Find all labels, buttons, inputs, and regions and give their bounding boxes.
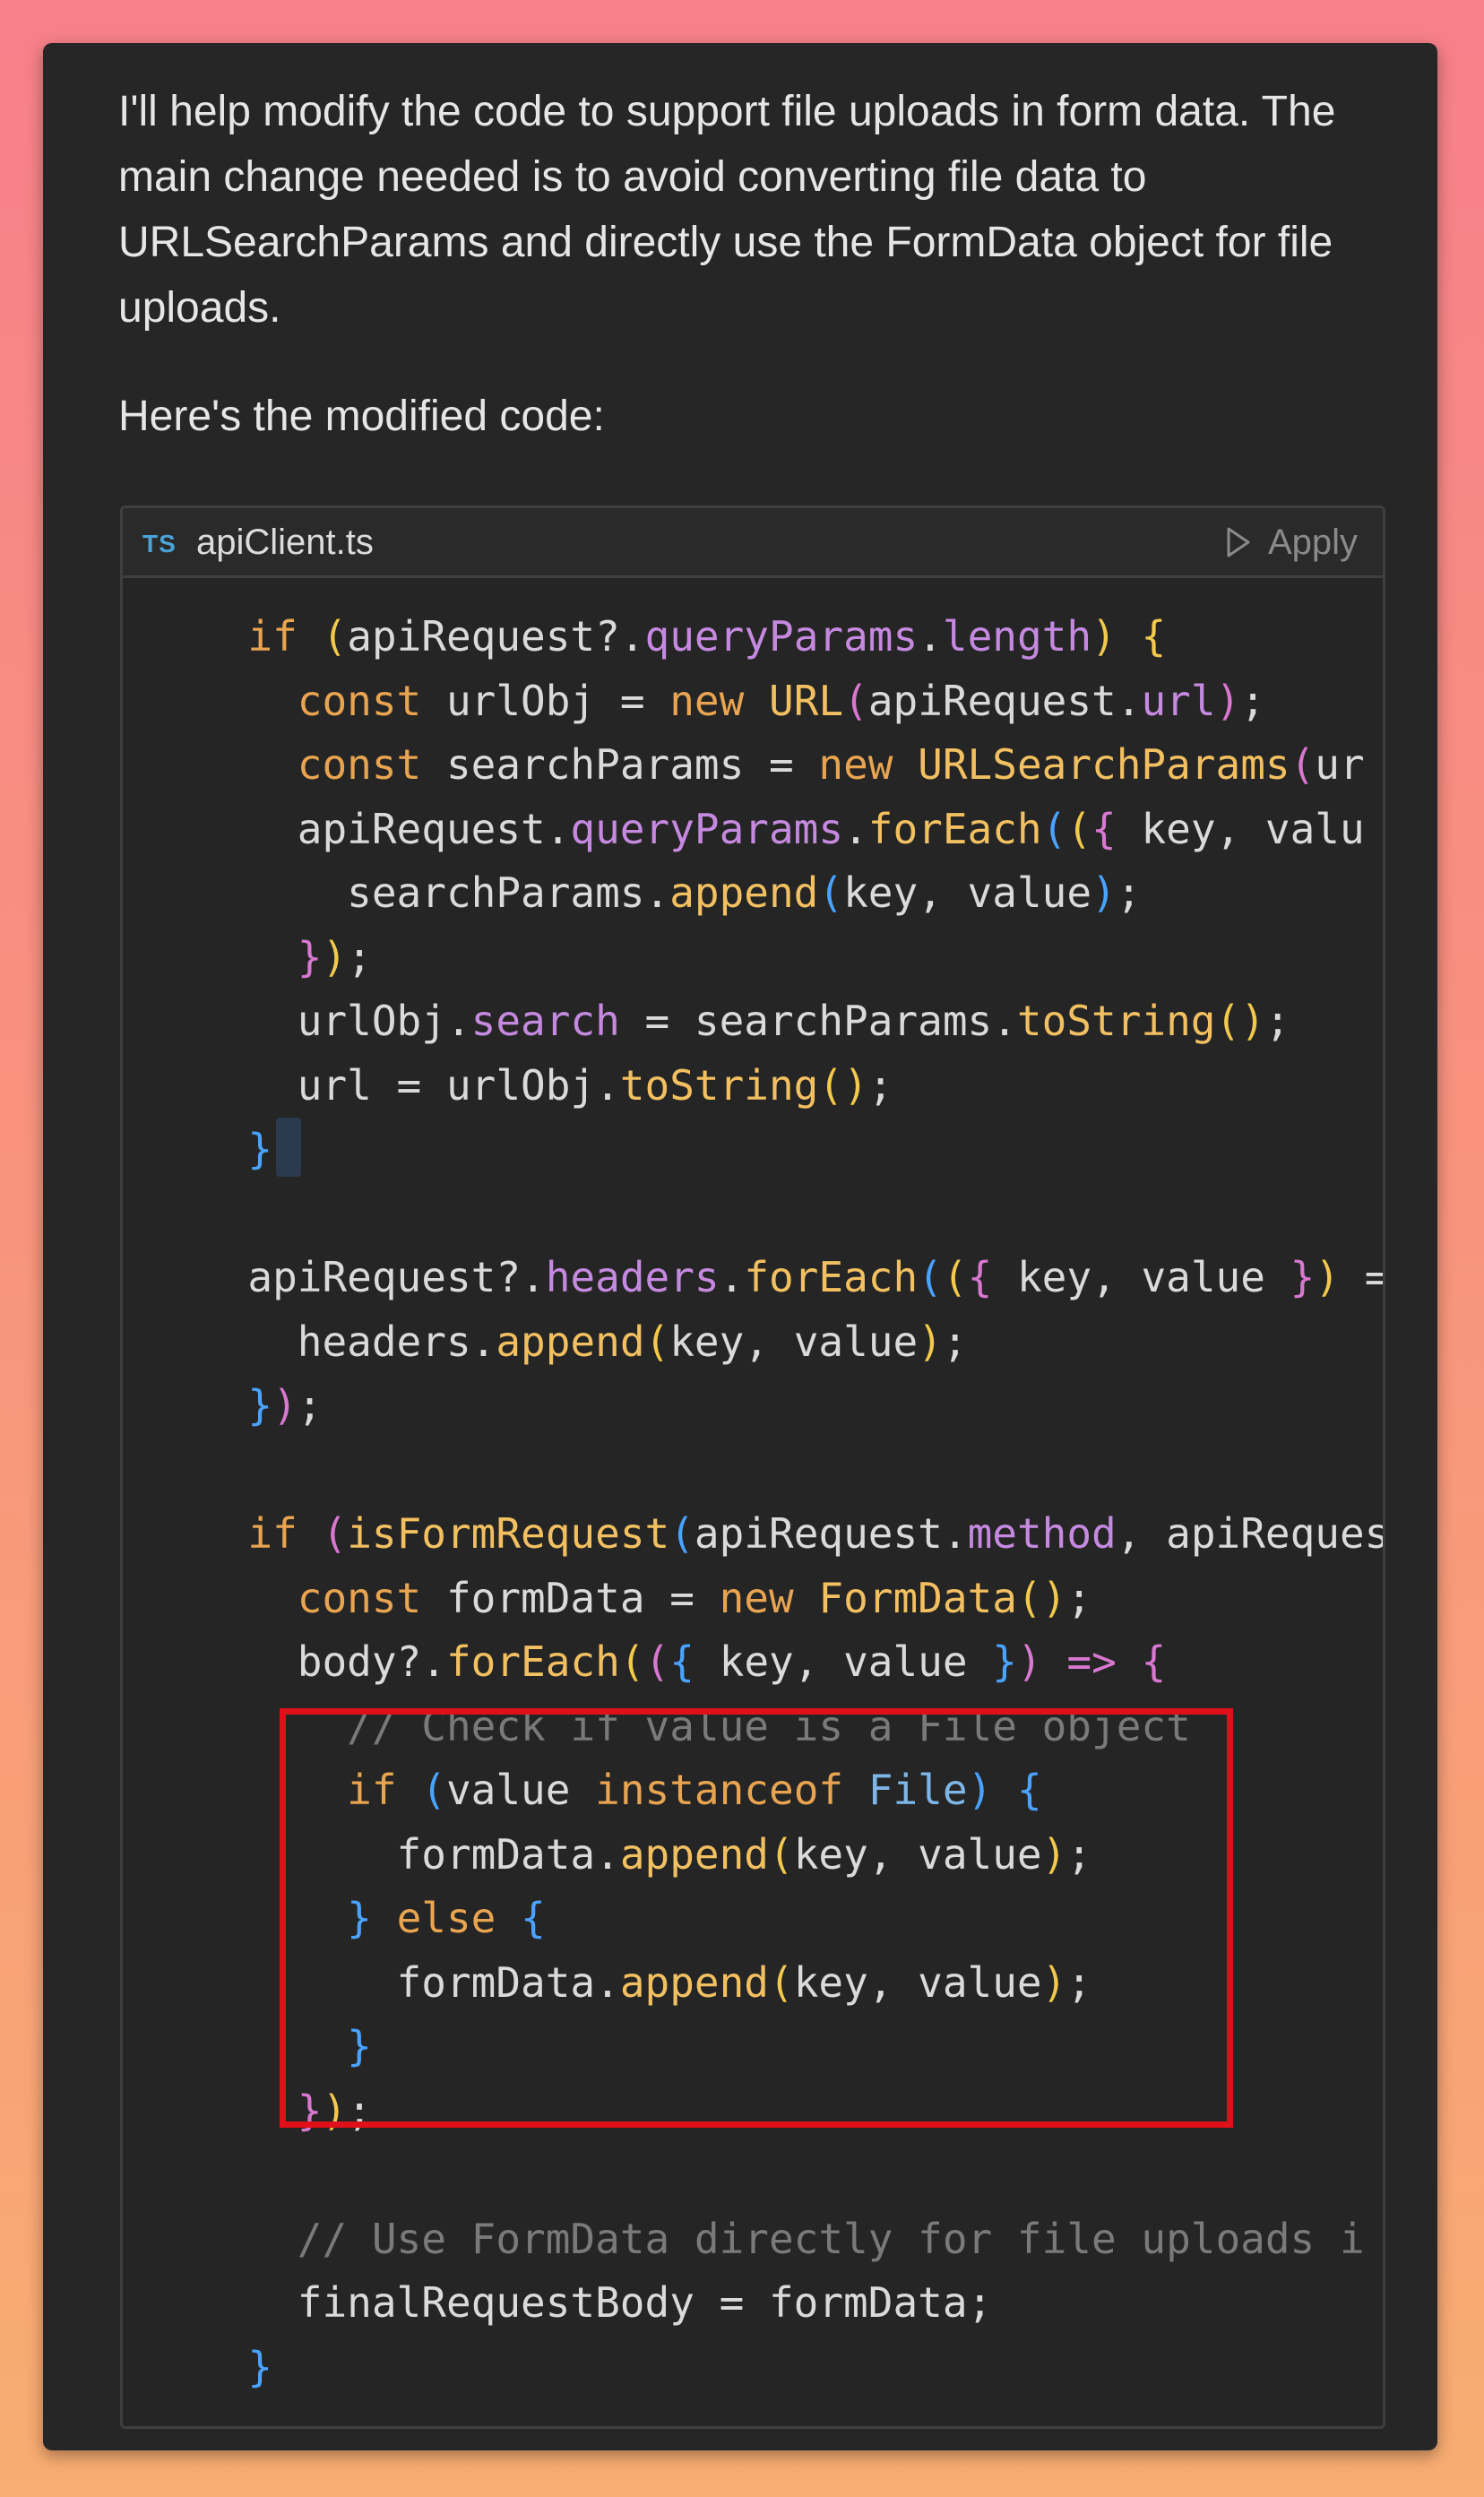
- code-line: formData.append(key, value);: [198, 1957, 1092, 2007]
- typescript-icon: TS: [142, 530, 177, 557]
- lead-paragraph: Here's the modified code:: [118, 393, 605, 440]
- assistant-message-card: I'll help modify the code to support fil…: [43, 43, 1437, 2450]
- code-line: headers.append(key, value);: [198, 1317, 968, 1366]
- code-line: }: [198, 1118, 1383, 1182]
- code-line: body?.forEach(({ key, value }) => {: [198, 1637, 1167, 1686]
- play-triangle-icon: [1227, 527, 1250, 557]
- code-line: url = urlObj.toString();: [198, 1060, 893, 1110]
- code-body[interactable]: if (apiRequest?.queryParams.length) { co…: [123, 578, 1383, 2426]
- code-line: // Use FormData directly for file upload…: [297, 2214, 1365, 2263]
- code-line: }: [247, 2342, 273, 2391]
- code-line: if (apiRequest?.queryParams.length) {: [247, 612, 1167, 661]
- code-line: formData.append(key, value);: [198, 1829, 1092, 1879]
- code-header: TS apiClient.ts Apply: [123, 508, 1383, 578]
- code-block: TS apiClient.ts Apply if (apiRequest?.qu…: [120, 505, 1385, 2429]
- code-line: const searchParams = new URLSearchParams…: [297, 740, 1365, 789]
- apply-button[interactable]: Apply: [1225, 523, 1358, 562]
- code-line: });: [247, 1381, 323, 1430]
- intro-paragraph: I'll help modify the code to support fil…: [118, 88, 1336, 332]
- code-line: const formData = new FormData();: [297, 1573, 1092, 1622]
- code-line: if (isFormRequest(apiRequest.method, api…: [247, 1509, 1385, 1558]
- apply-label: Apply: [1267, 523, 1358, 562]
- code-line: } else {: [347, 1894, 546, 1942]
- code-line: });: [297, 2086, 372, 2135]
- code-line: // Check if value is a File object: [347, 1701, 1191, 1750]
- code-line: const urlObj = new URL(apiRequest.url);: [297, 676, 1265, 725]
- code-line: apiRequest.queryParams.forEach(({ key, v…: [198, 804, 1365, 853]
- file-name: apiClient.ts: [196, 523, 374, 562]
- code-line: urlObj.search = searchParams.toString();: [198, 997, 1290, 1045]
- code-line: }: [347, 2022, 372, 2070]
- code-line: finalRequestBody = formData;: [198, 2278, 993, 2327]
- code-line: apiRequest?.headers.forEach(({ key, valu…: [198, 1253, 1385, 1301]
- text-cursor: [276, 1118, 302, 1177]
- code-line: searchParams.append(key, value);: [198, 868, 1142, 917]
- code-line: if (value instanceof File) {: [347, 1766, 1042, 1814]
- code-line: });: [297, 932, 372, 981]
